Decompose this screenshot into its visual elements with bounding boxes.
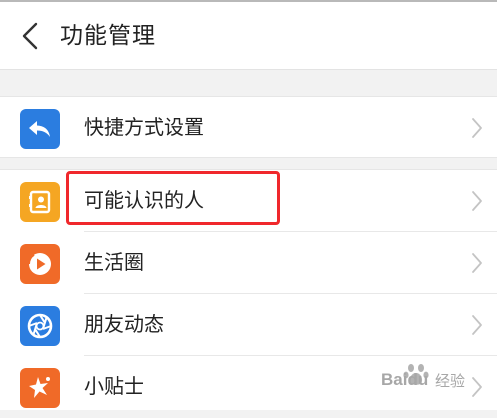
menu-item-label: 生活圈	[84, 250, 144, 274]
menu-item-label: 快捷方式设置	[84, 115, 204, 139]
page-title: 功能管理	[60, 23, 156, 49]
chevron-left-icon	[22, 22, 38, 50]
menu-item-label: 可能认识的人	[84, 188, 204, 212]
chevron-right-icon	[472, 315, 482, 335]
menu-item-shortcut-settings[interactable]: 快捷方式设置	[0, 97, 497, 159]
shortcut-arrow-icon	[20, 109, 60, 149]
menu-item-life-circle[interactable]: 生活圈	[0, 232, 497, 294]
menu-item-people-you-may-know[interactable]: 可能认识的人	[0, 170, 497, 232]
menu-item-label: 朋友动态	[84, 312, 164, 336]
chevron-right-icon	[472, 118, 482, 138]
play-circle-icon	[20, 244, 60, 284]
chevron-right-icon	[472, 253, 482, 273]
back-button[interactable]	[10, 16, 50, 56]
settings-group-1: 快捷方式设置	[0, 96, 497, 158]
star-burst-icon	[20, 368, 60, 408]
menu-item-label: 小贴士	[84, 374, 144, 398]
contact-card-icon	[20, 182, 60, 222]
header-bar: 功能管理	[0, 2, 497, 70]
chevron-right-icon	[472, 191, 482, 211]
menu-item-friend-updates[interactable]: 朋友动态	[0, 294, 497, 356]
watermark-sub: 经验	[435, 372, 466, 390]
aperture-icon	[20, 306, 60, 346]
watermark-brand: Baidu	[381, 370, 429, 389]
watermark: Baidu 经验	[361, 360, 479, 404]
